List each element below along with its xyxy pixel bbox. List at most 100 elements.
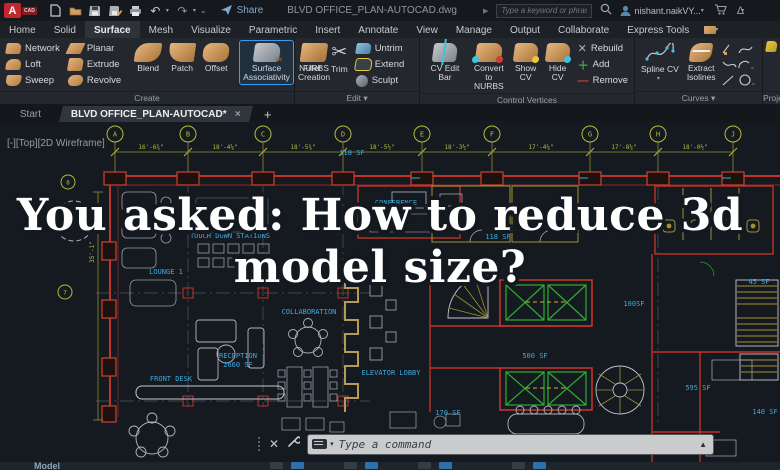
redo-caret-icon[interactable]: ▾ bbox=[193, 7, 196, 14]
hide-cv-icon bbox=[544, 43, 572, 63]
revolve-button[interactable]: Revolve bbox=[65, 73, 124, 88]
autocad-logo[interactable]: A bbox=[4, 3, 21, 18]
dynamic-input-toggle[interactable] bbox=[533, 462, 546, 469]
untrim-button[interactable]: Untrim bbox=[353, 41, 408, 56]
undo-caret-icon[interactable]: ▾ bbox=[166, 7, 169, 14]
alerts-caret-icon[interactable]: ▾ bbox=[741, 7, 744, 14]
blend-button[interactable]: Blend bbox=[132, 41, 164, 75]
rebuild-button[interactable]: ✕ Rebuild bbox=[575, 41, 631, 56]
close-tab-icon[interactable]: × bbox=[235, 109, 241, 120]
revolve-label: Revolve bbox=[86, 75, 122, 86]
patch-button[interactable]: Patch bbox=[166, 41, 198, 75]
spline-cv-button[interactable]: Spline CV ▾ bbox=[638, 41, 682, 84]
svg-text:2660 SF: 2660 SF bbox=[223, 361, 253, 369]
search-icon[interactable] bbox=[600, 3, 612, 18]
loft-button[interactable]: Loft bbox=[3, 57, 63, 72]
network-button[interactable]: Network bbox=[3, 41, 63, 56]
redo-icon[interactable]: ↷ bbox=[176, 4, 189, 18]
create-panel-label[interactable]: Create bbox=[0, 91, 294, 104]
save-icon[interactable] bbox=[89, 4, 102, 17]
otrack-toggle[interactable] bbox=[439, 462, 452, 469]
curve-tools-row-1[interactable] bbox=[721, 43, 755, 57]
edit-panel-label[interactable]: Edit ▾ bbox=[295, 91, 419, 104]
grid-toggle[interactable] bbox=[270, 462, 283, 469]
extend-button[interactable]: Extend bbox=[353, 57, 408, 72]
cv-edit-bar-button[interactable]: CV Edit Bar bbox=[423, 39, 467, 84]
tab-visualize[interactable]: Visualize bbox=[182, 21, 240, 38]
cart-icon[interactable] bbox=[714, 3, 727, 18]
tab-annotate[interactable]: Annotate bbox=[349, 21, 407, 38]
tab-home[interactable]: Home bbox=[0, 21, 45, 38]
tab-manage[interactable]: Manage bbox=[447, 21, 501, 38]
snap-toggle[interactable] bbox=[291, 462, 304, 469]
tab-solid[interactable]: Solid bbox=[45, 21, 85, 38]
trim-button[interactable]: ✂ Trim bbox=[328, 41, 351, 76]
plot-icon[interactable] bbox=[129, 4, 142, 17]
add-cv-button[interactable]: ＋ Add bbox=[575, 57, 631, 72]
save-as-icon[interactable] bbox=[108, 4, 122, 17]
sweep-button[interactable]: Sweep bbox=[3, 73, 63, 88]
curve-tools-row-2[interactable] bbox=[721, 58, 755, 72]
help-search-input[interactable]: Type a keyword or phrase bbox=[496, 3, 593, 18]
tab-parametric[interactable]: Parametric bbox=[240, 21, 306, 38]
command-close-icon[interactable]: ✕ bbox=[269, 437, 279, 451]
fillet-button[interactable]: Fillet bbox=[298, 41, 326, 75]
share-button[interactable]: Share bbox=[220, 5, 263, 16]
offset-button[interactable]: Offset bbox=[200, 41, 232, 75]
tab-overflow-button[interactable]: ▾ bbox=[698, 21, 724, 38]
project-geometry-icon[interactable] bbox=[765, 41, 778, 52]
tab-mesh[interactable]: Mesh bbox=[140, 21, 182, 38]
user-account-menu[interactable]: nishant.naikVY... ▾ bbox=[620, 5, 704, 16]
viewport-controls[interactable]: [-][Top][2D Wireframe] bbox=[7, 138, 105, 149]
trim-scissors-icon: ✂ bbox=[331, 42, 348, 63]
tab-overflow-caret-icon: ▾ bbox=[715, 27, 719, 33]
polar-toggle[interactable] bbox=[365, 462, 378, 469]
surface-associativity-toggle[interactable]: ∞ Surface Associativity bbox=[239, 40, 294, 85]
document-title: BLVD OFFICE_PLAN-AUTOCAD.dwg bbox=[287, 5, 457, 16]
extract-isolines-button[interactable]: Extract Isolines bbox=[684, 41, 719, 84]
lineweight-toggle[interactable] bbox=[512, 462, 525, 469]
show-cv-button[interactable]: Show CV bbox=[511, 41, 541, 84]
drawing-tab[interactable]: BLVD OFFICE_PLAN-AUTOCAD* × bbox=[59, 106, 253, 122]
remove-cv-button[interactable]: — Remove bbox=[575, 73, 631, 88]
command-history-arrow-icon[interactable]: ▲ bbox=[699, 440, 707, 449]
panel-control-vertices: CV Edit Bar Convert to NURBS Show CV Hide C… bbox=[420, 38, 635, 104]
hide-cv-button[interactable]: Hide CV bbox=[543, 41, 573, 84]
new-file-icon[interactable] bbox=[49, 4, 62, 17]
tab-collaborate[interactable]: Collaborate bbox=[549, 21, 618, 38]
extract-isolines-icon bbox=[688, 43, 714, 62]
sculpt-button[interactable]: Sculpt bbox=[353, 73, 408, 88]
control-vertices-panel-label[interactable]: Control Vertices bbox=[420, 92, 634, 104]
command-prompt-icon[interactable] bbox=[312, 439, 328, 449]
undo-icon[interactable]: ↶ bbox=[149, 4, 162, 18]
patch-label: Patch bbox=[171, 63, 194, 73]
curve-tools-row-3[interactable] bbox=[721, 73, 755, 87]
open-folder-icon[interactable] bbox=[69, 4, 82, 17]
tab-insert[interactable]: Insert bbox=[306, 21, 349, 38]
svg-text:170 SF: 170 SF bbox=[435, 409, 460, 417]
command-caret-icon[interactable]: ▾ bbox=[330, 440, 334, 448]
planar-button[interactable]: Planar bbox=[65, 41, 124, 56]
panel-edit: Fillet ✂ Trim Untrim Extend Sculpt Edit … bbox=[295, 38, 420, 104]
fillet-surface-icon bbox=[299, 43, 325, 62]
panel-create: Network Loft Sweep Planar Extrude Revolv… bbox=[0, 38, 330, 104]
start-tab[interactable]: Start bbox=[8, 106, 53, 122]
convert-to-nurbs-button[interactable]: Convert to NURBS bbox=[469, 41, 509, 93]
show-cv-icon bbox=[512, 43, 540, 63]
curves-panel-label[interactable]: Curves ▾ bbox=[635, 91, 762, 104]
new-drawing-button[interactable]: + bbox=[259, 108, 277, 122]
tab-view[interactable]: View bbox=[407, 21, 447, 38]
tab-express-tools[interactable]: Express Tools bbox=[618, 21, 698, 38]
extrude-button[interactable]: Extrude bbox=[65, 57, 124, 72]
tab-output[interactable]: Output bbox=[501, 21, 549, 38]
tab-surface[interactable]: Surface bbox=[84, 21, 140, 38]
command-line-grip[interactable] bbox=[258, 437, 261, 451]
model-space-button[interactable]: Model bbox=[34, 462, 60, 470]
customize-wrench-icon[interactable] bbox=[287, 435, 302, 453]
cv-edit-bar-label: CV Edit Bar bbox=[430, 63, 460, 82]
drawing-canvas[interactable]: [-][Top][2D Wireframe] A B C D E F G H J… bbox=[0, 122, 780, 462]
ortho-toggle[interactable] bbox=[344, 462, 357, 469]
osnap-toggle[interactable] bbox=[418, 462, 431, 469]
command-input[interactable]: ▾ Type a command ▲ bbox=[308, 434, 714, 454]
qat-customize-caret-icon[interactable]: ⌄ bbox=[200, 6, 207, 15]
